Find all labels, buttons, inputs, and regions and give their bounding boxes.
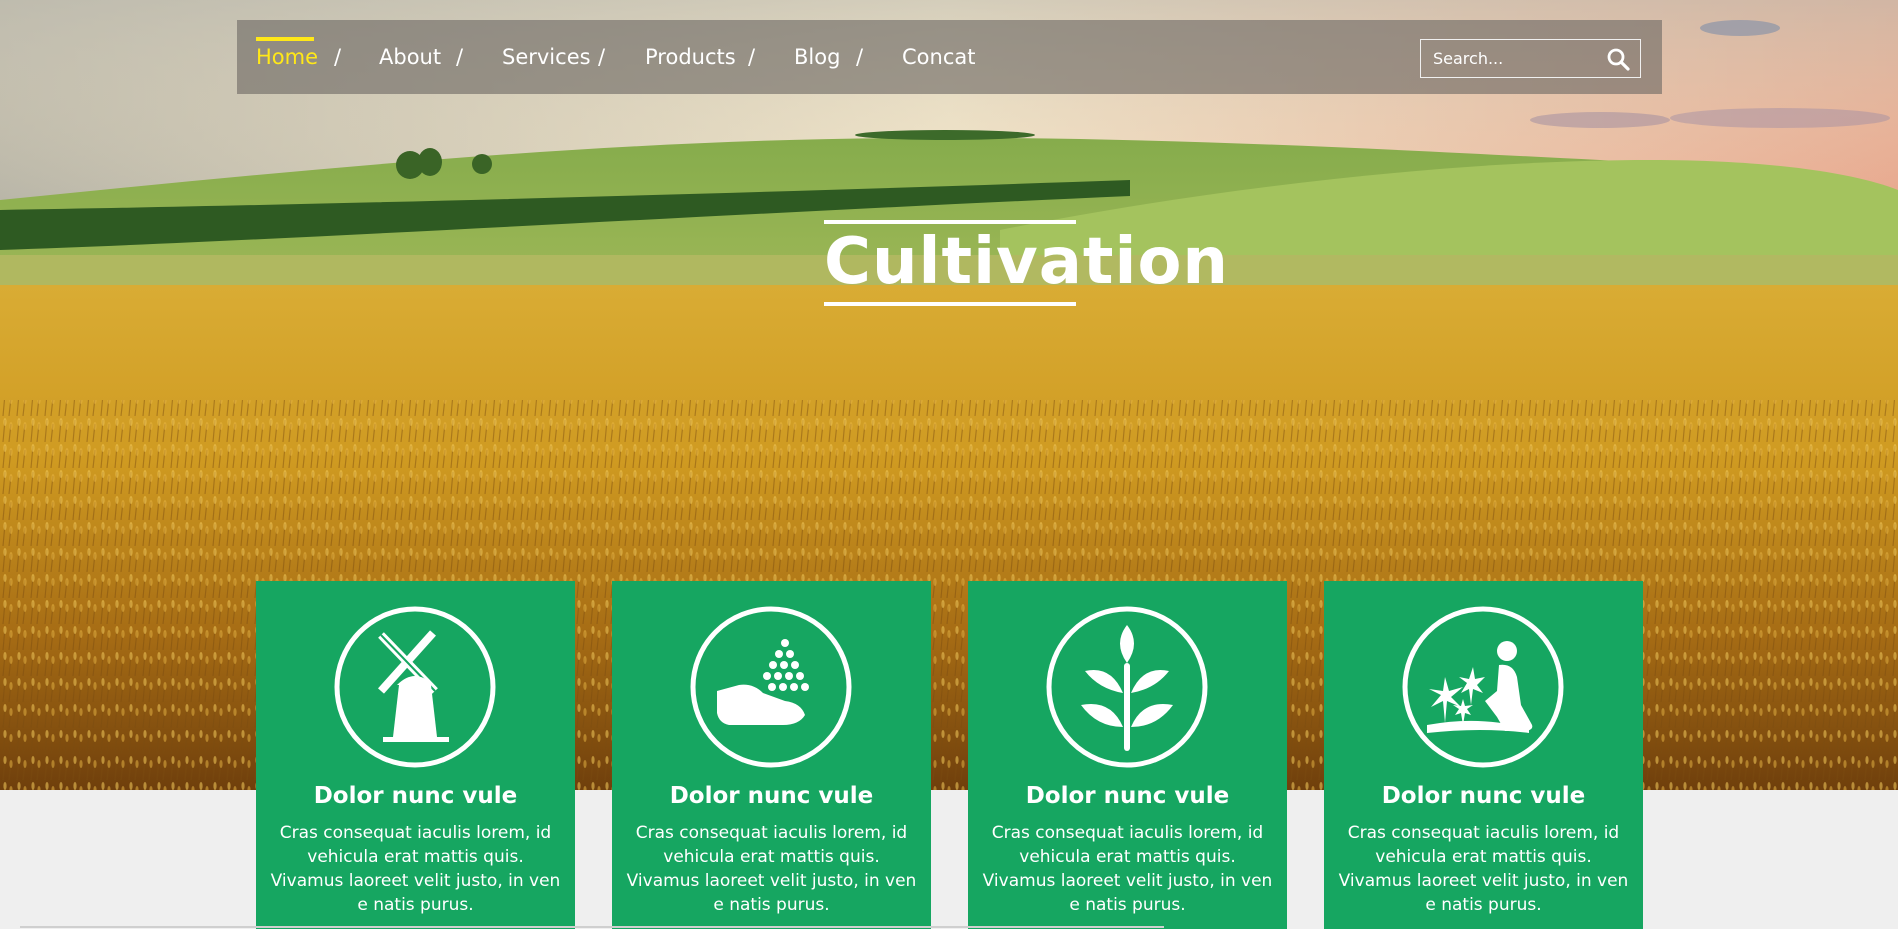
card-title: Dolor nunc vule <box>1025 783 1230 809</box>
card-text: Cras consequat iaculis lorem, id vehicul… <box>982 823 1273 915</box>
nav-separator: / <box>598 45 606 69</box>
search-box <box>1420 39 1641 78</box>
feature-card[interactable]: Dolor nunc vule Cras consequat iaculis l… <box>256 581 575 929</box>
card-title: Dolor nunc vule <box>1381 783 1586 809</box>
search-input[interactable] <box>1421 40 1601 77</box>
card-text: Cras consequat iaculis lorem, id vehicul… <box>626 823 917 915</box>
search-icon[interactable] <box>1606 47 1630 71</box>
feature-card[interactable]: Dolor nunc vule Cras consequat iaculis l… <box>1324 581 1643 929</box>
card-text: Cras consequat iaculis lorem, id vehicul… <box>1338 823 1629 915</box>
nav-separator: / <box>856 45 864 69</box>
nav-about[interactable]: About <box>379 45 441 69</box>
hand-seeds-icon <box>690 606 852 768</box>
nav-separator: / <box>334 45 342 69</box>
feature-card[interactable]: Dolor nunc vule Cras consequat iaculis l… <box>968 581 1287 929</box>
divider <box>20 926 1164 928</box>
nav-blog[interactable]: Blog <box>794 45 840 69</box>
feature-card[interactable]: Dolor nunc vule Cras consequat iaculis l… <box>612 581 931 929</box>
nav-products[interactable]: Products <box>645 45 736 69</box>
nav-separator: / <box>456 45 464 69</box>
hero-title: Cultivation <box>824 225 1229 299</box>
card-title: Dolor nunc vule <box>669 783 874 809</box>
title-rule-top <box>824 220 1076 224</box>
hero-title-block: Cultivation <box>824 220 1228 306</box>
nav-services[interactable]: Services <box>502 45 591 69</box>
title-rule-bottom <box>824 302 1076 306</box>
card-text: Cras consequat iaculis lorem, id vehicul… <box>270 823 561 915</box>
nav-separator: / <box>748 45 756 69</box>
windmill-icon <box>334 606 496 768</box>
card-title: Dolor nunc vule <box>313 783 518 809</box>
gardener-icon <box>1402 606 1564 768</box>
sprout-icon <box>1046 606 1208 768</box>
nav-contact[interactable]: Concat <box>902 45 975 69</box>
nav-home[interactable]: Home <box>256 37 318 69</box>
top-navigation: Home / About / Services / Products / Blo… <box>237 20 1662 94</box>
